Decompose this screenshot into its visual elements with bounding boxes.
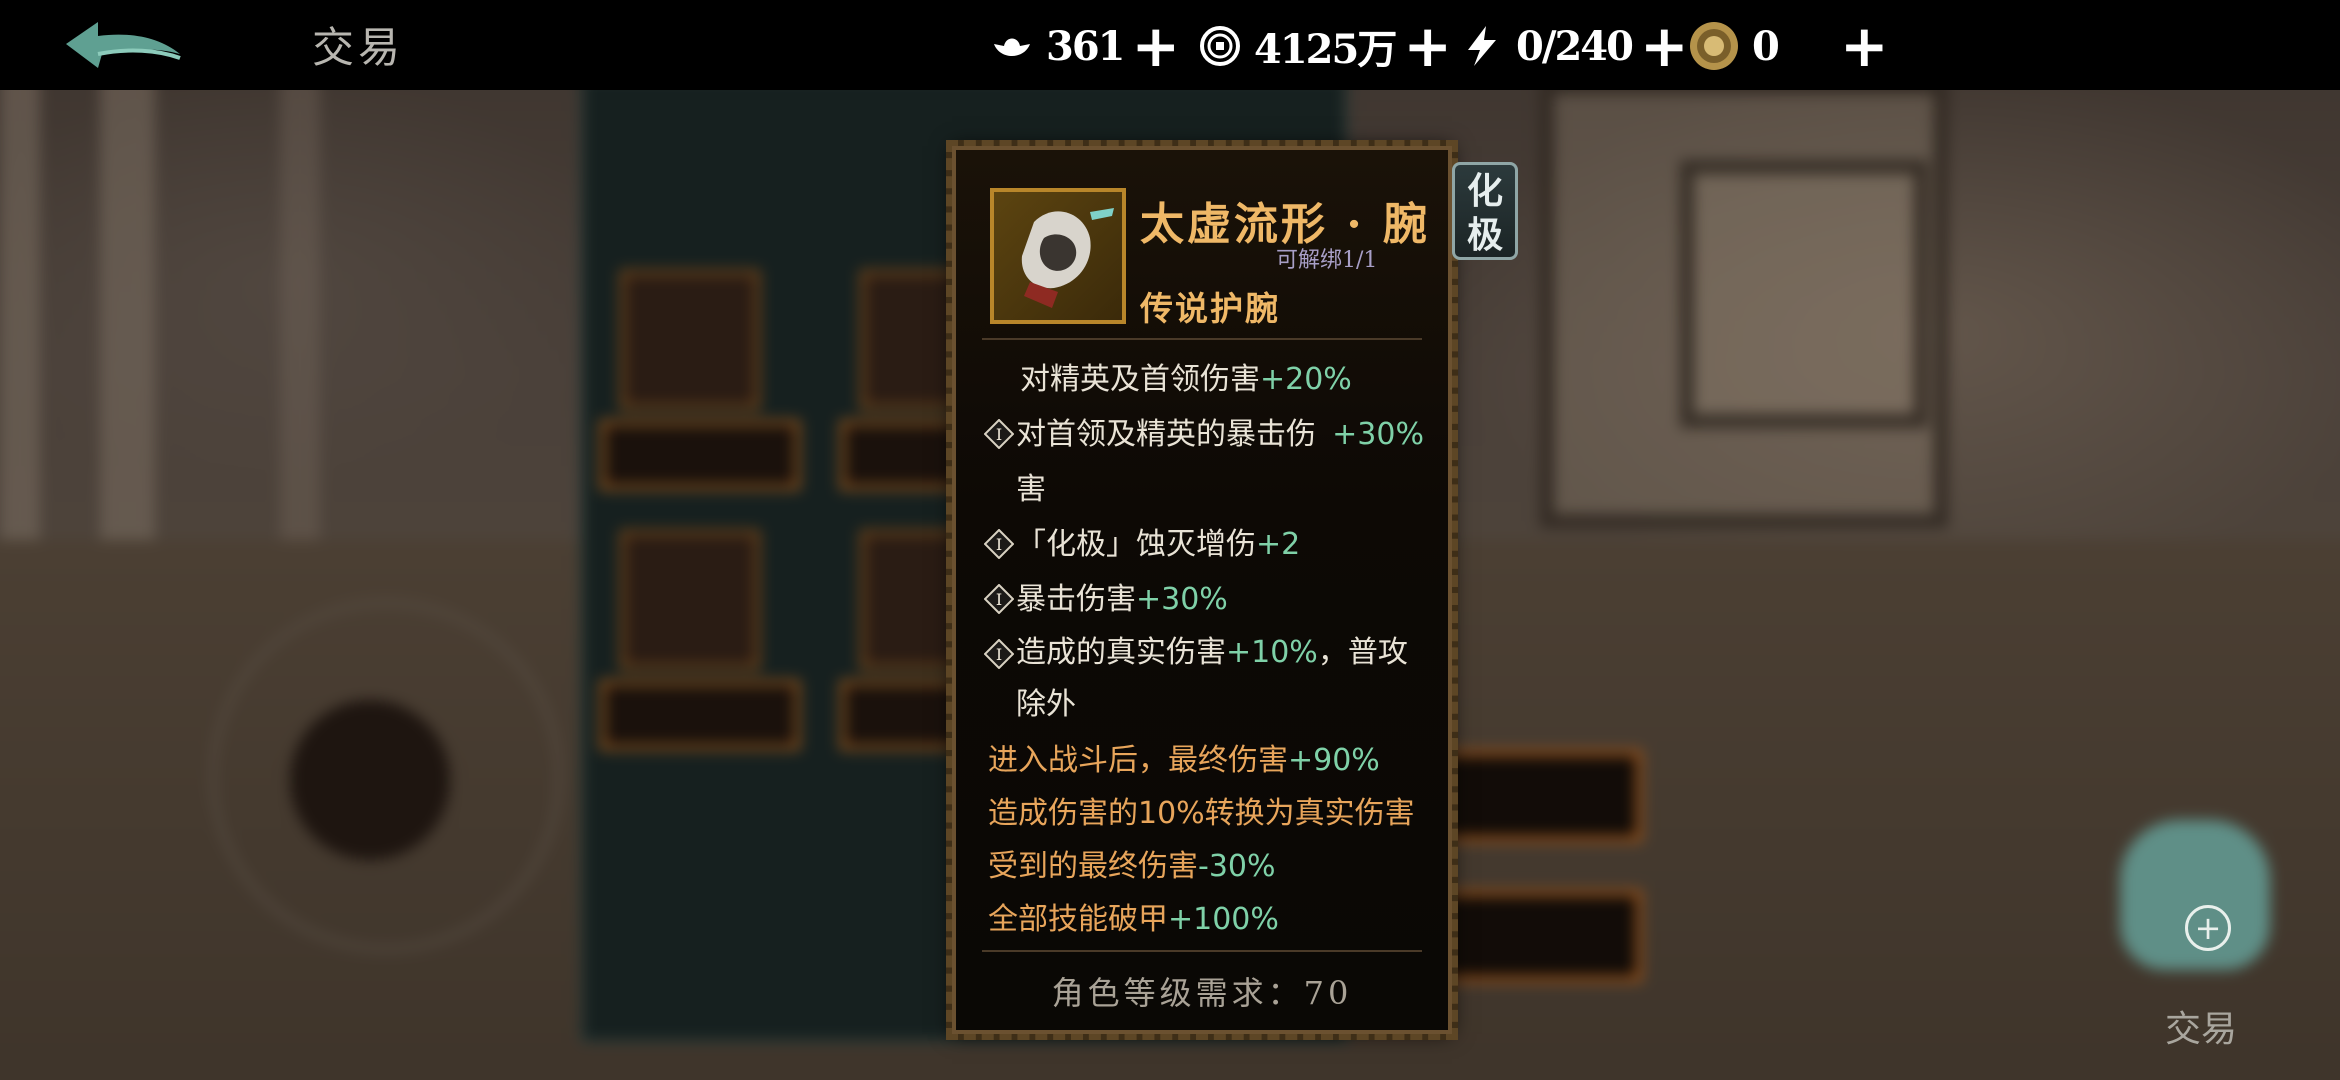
- stat-bonus: +30%: [1136, 582, 1228, 617]
- item-icon: [990, 188, 1126, 324]
- bracer-icon: [1021, 208, 1114, 308]
- svg-text:I: I: [996, 645, 1002, 664]
- ingot-icon: [994, 38, 1030, 56]
- effect-bonus: +100%: [1168, 902, 1279, 937]
- level-requirement: 角色等级需求：70: [1051, 974, 1353, 1012]
- effect-bonus: +90%: [1288, 743, 1380, 778]
- stat-text: 「化极」蚀灭增伤: [1016, 527, 1256, 562]
- stat-text: 造成的真实伤害: [1016, 635, 1226, 670]
- effect-text: 进入战斗后，最终伤害: [988, 743, 1288, 778]
- effect-line: 全部技能破甲+100%: [988, 893, 1428, 946]
- effect-bonus: -30%: [1198, 849, 1276, 884]
- resource-ingot: 361 +: [990, 17, 1180, 75]
- svg-text:I: I: [996, 590, 1002, 609]
- ingot-value: 361: [1046, 22, 1125, 70]
- stat-line: I 造成的真实伤害+10%，普攻除外: [984, 627, 1424, 731]
- stat-line: 对精英及首领伤害 +20%: [984, 352, 1424, 407]
- item-tooltip: 太虚流形 · 腕 可解绑1/1 传说护腕 对精英及首领伤害 +20% I 对首领及…: [946, 140, 1458, 1040]
- medal-value: 0: [1752, 22, 1780, 70]
- effect-text: 造成伤害的10%转换为真实伤害: [988, 796, 1415, 831]
- stat-text: 对首领及精英的暴击伤害: [1016, 417, 1316, 507]
- resource-coin: 4125万 +: [1198, 17, 1452, 75]
- tier-one-icon: I: [984, 584, 1014, 614]
- stat-line: I 对首领及精英的暴击伤害 +30%: [984, 407, 1424, 517]
- trade-bag-plus-icon[interactable]: +: [2185, 905, 2231, 951]
- stat-list: 对精英及首领伤害 +20% I 对首领及精英的暴击伤害 +30% I 「化极」蚀灭增…: [984, 352, 1424, 731]
- coin-icon: [1200, 26, 1240, 66]
- stamina-icon: [1468, 26, 1496, 66]
- effect-line: 受到的最终伤害-30%: [988, 840, 1428, 893]
- stat-text: 暴击伤害: [1016, 582, 1136, 617]
- effect-list: 进入战斗后，最终伤害+90% 造成伤害的10%转换为真实伤害 受到的最终伤害-3…: [988, 734, 1428, 946]
- huaji-badge-text: 化极: [1466, 170, 1503, 256]
- add-coin-button[interactable]: +: [1403, 12, 1452, 80]
- svg-text:I: I: [996, 425, 1002, 444]
- stat-line: I 暴击伤害 +30%: [984, 572, 1424, 627]
- stat-bonus: +2: [1256, 527, 1301, 562]
- add-ingot-button[interactable]: +: [1132, 12, 1181, 80]
- trade-bag-label[interactable]: 交易: [2165, 1000, 2237, 1052]
- add-medal-button[interactable]: +: [1840, 12, 1889, 80]
- svg-text:I: I: [996, 535, 1002, 554]
- stat-bonus: +30%: [1332, 417, 1424, 452]
- tier-one-icon: I: [984, 419, 1014, 449]
- medal-coin-icon: [1690, 22, 1738, 70]
- add-stamina-button[interactable]: +: [1640, 12, 1689, 80]
- tier-one-icon: I: [984, 639, 1014, 669]
- page-title: 交易: [312, 23, 405, 72]
- divider: [982, 338, 1422, 340]
- bind-status: 可解绑1/1: [1276, 248, 1378, 273]
- top-bar: 交易 361 + 4125万 + 0/240 + 0 +: [0, 0, 2340, 90]
- resource-medal: 0 +: [1688, 17, 1889, 75]
- resource-stamina: 0/240 +: [1460, 17, 1689, 75]
- stat-line: I 「化极」蚀灭增伤 +2: [984, 517, 1424, 572]
- stat-bonus: +10%: [1226, 635, 1318, 670]
- effect-text: 全部技能破甲: [988, 902, 1168, 937]
- stamina-value: 0/240: [1516, 22, 1634, 70]
- divider: [982, 950, 1422, 952]
- huaji-badge: 化极: [1452, 162, 1518, 260]
- back-arrow-icon[interactable]: [58, 14, 188, 76]
- stat-bonus: +20%: [1260, 362, 1352, 397]
- item-type: 传说护腕: [1140, 289, 1280, 328]
- effect-line: 进入战斗后，最终伤害+90%: [988, 734, 1428, 787]
- effect-line: 造成伤害的10%转换为真实伤害: [988, 787, 1428, 840]
- effect-text: 受到的最终伤害: [988, 849, 1198, 884]
- tier-one-icon: I: [984, 529, 1014, 559]
- coin-value: 4125万: [1254, 26, 1397, 73]
- stat-text: 对精英及首领伤害: [1020, 362, 1260, 397]
